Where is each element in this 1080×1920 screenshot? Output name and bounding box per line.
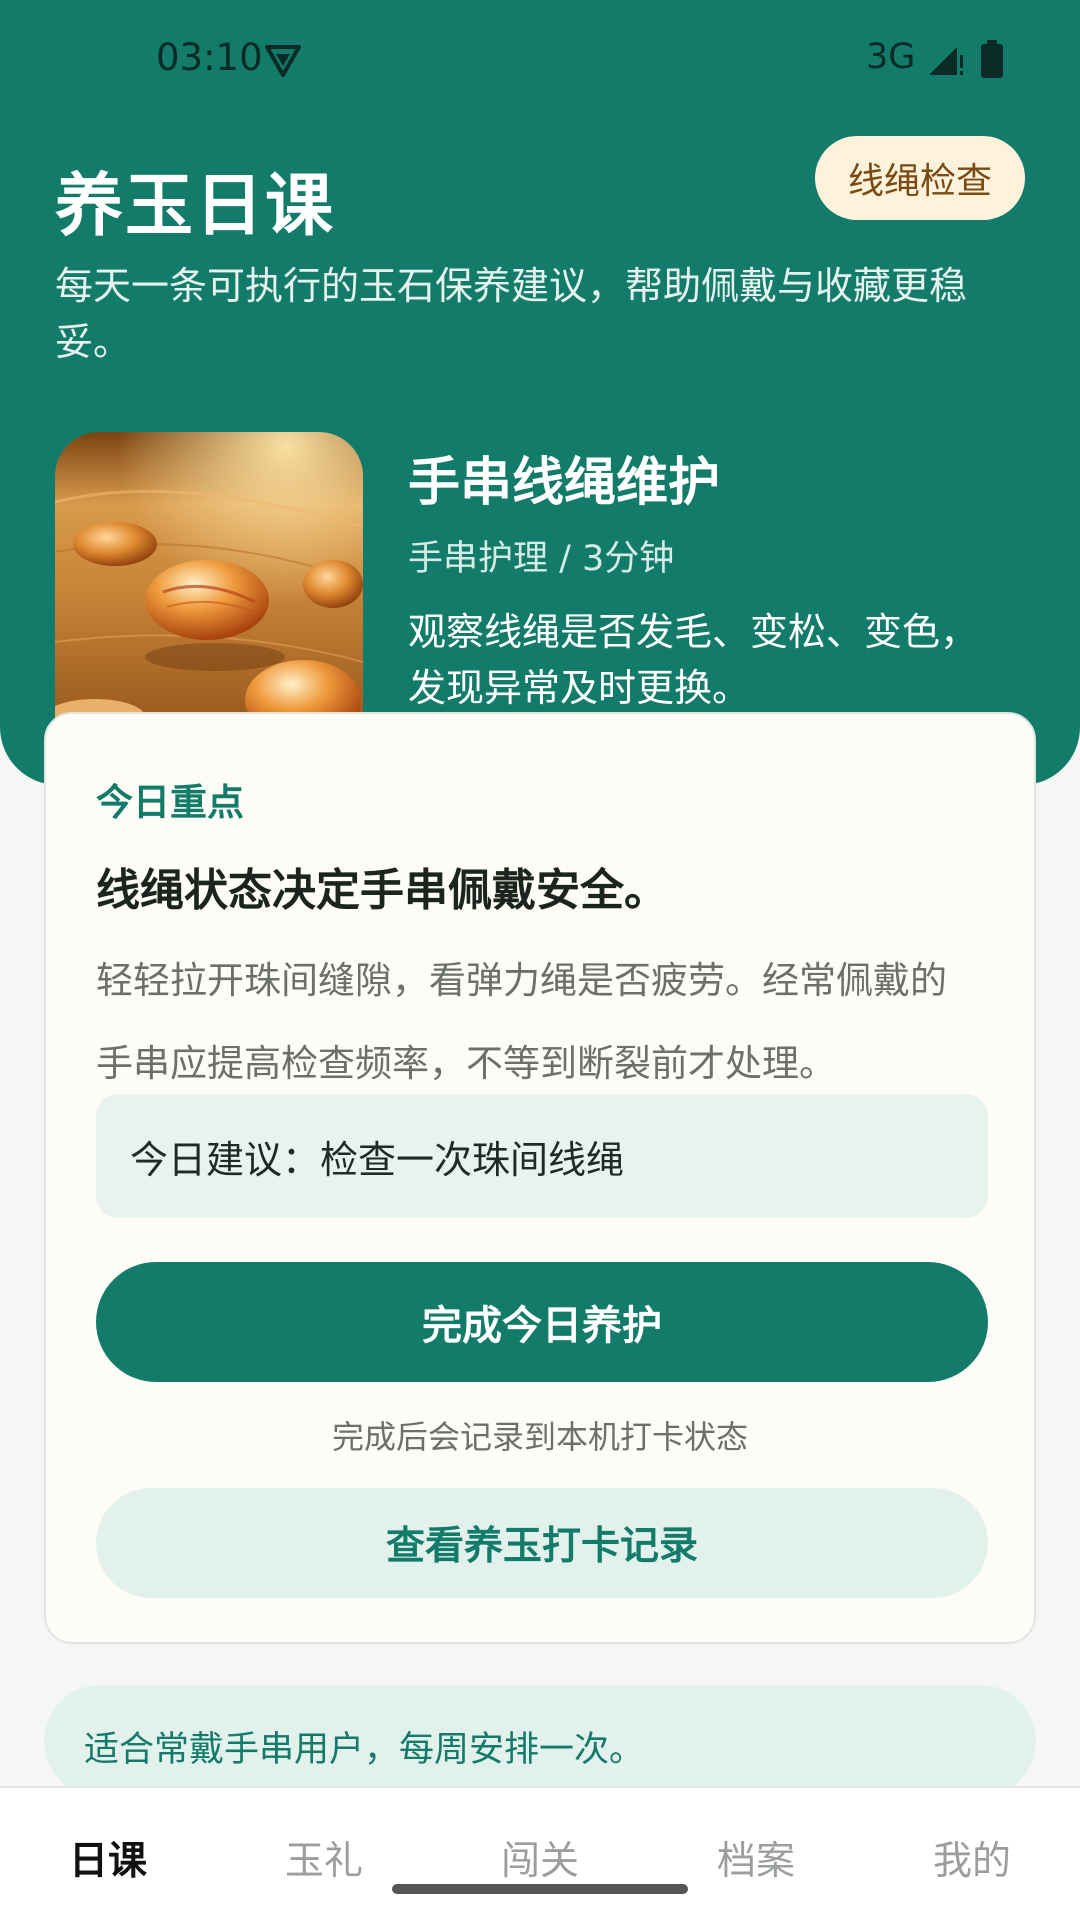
- user-note-banner: 适合常戴手串用户，每周安排一次。: [44, 1685, 1036, 1797]
- page-subtitle: 每天一条可执行的玉石保养建议，帮助佩戴与收藏更稳妥。: [55, 264, 968, 364]
- nav-item-challenge[interactable]: 闯关: [432, 1830, 648, 1886]
- status-bar: 03:10 3G: [0, 0, 1080, 110]
- card-kicker: 今日重点: [96, 781, 244, 824]
- feature-title: 手串线绳维护: [408, 453, 721, 513]
- bottom-nav: 日课 玉礼 闯关 档案 我的: [0, 1786, 1080, 1920]
- status-time: 03:10: [156, 36, 263, 79]
- nav-item-archive[interactable]: 档案: [648, 1830, 864, 1886]
- view-records-button[interactable]: 查看养玉打卡记录: [96, 1488, 988, 1598]
- daily-focus-card: 今日重点 线绳状态决定手串佩戴安全。 轻轻拉开珠间缝隙，看弹力绳是否疲劳。经常佩…: [44, 712, 1036, 1644]
- feature-description: 观察线绳是否发毛、变松、变色，发现异常及时更换。: [408, 610, 979, 710]
- network-type: 3G: [866, 37, 916, 77]
- nav-item-me[interactable]: 我的: [864, 1830, 1080, 1886]
- feature-image: [55, 432, 363, 722]
- header: 03:10 3G 养玉日课 线绳检查 每天一条可执行的玉石保养建议，帮助佩戴与收…: [0, 0, 1080, 785]
- complete-care-button[interactable]: 完成今日养护: [96, 1262, 988, 1382]
- card-heading: 线绳状态决定手串佩戴安全。: [96, 865, 668, 916]
- feature-meta: 手串护理 / 3分钟: [408, 539, 675, 579]
- vpn-shield-icon: [265, 45, 301, 77]
- daily-tip: 今日建议：检查一次珠间线绳: [96, 1094, 988, 1218]
- page-title: 养玉日课: [55, 167, 336, 246]
- nav-item-daily[interactable]: 日课: [0, 1830, 216, 1886]
- home-indicator[interactable]: [392, 1884, 688, 1894]
- signal-icon: [929, 47, 963, 75]
- cord-check-button[interactable]: 线绳检查: [815, 136, 1025, 220]
- card-body: 轻轻拉开珠间缝隙，看弹力绳是否疲劳。经常佩戴的手串应提高检查频率，不等到断裂前才…: [96, 959, 947, 1085]
- battery-icon: [981, 40, 1003, 78]
- complete-note: 完成后会记录到本机打卡状态: [331, 1418, 748, 1456]
- nav-item-gift[interactable]: 玉礼: [216, 1830, 432, 1886]
